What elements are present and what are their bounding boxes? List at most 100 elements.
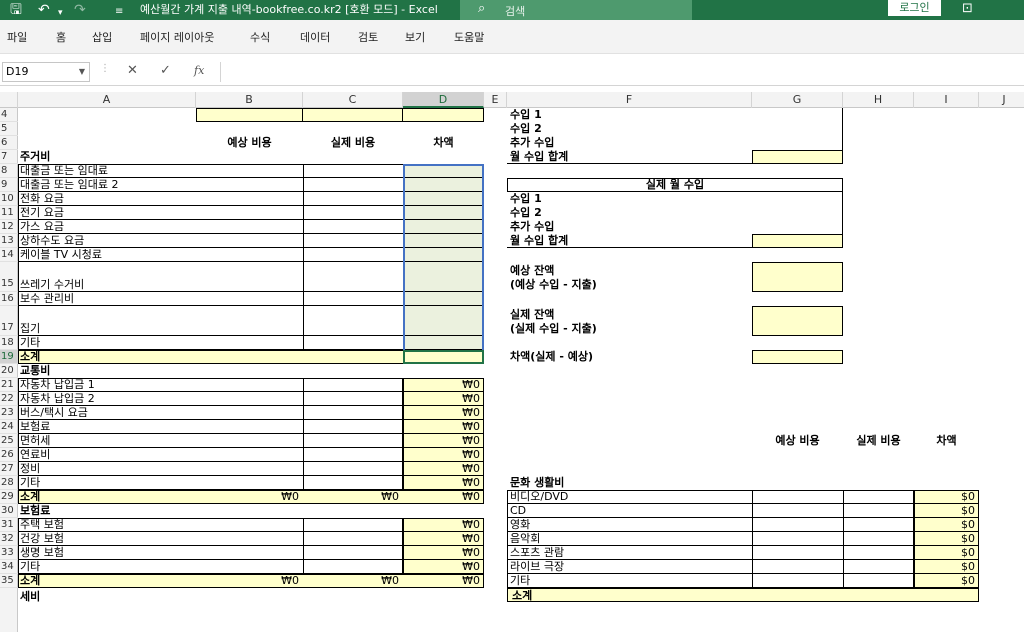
column-header-a[interactable]: A xyxy=(18,92,196,108)
save-icon[interactable]: 🖫 xyxy=(10,1,22,19)
insurance-row[interactable] xyxy=(18,518,403,532)
row-header-15[interactable]: 15 xyxy=(0,262,18,292)
column-header-f[interactable]: F xyxy=(507,92,752,108)
transport-top-line[interactable] xyxy=(18,378,484,379)
select-all-corner[interactable] xyxy=(0,92,18,108)
row-header-25[interactable]: 25 xyxy=(0,434,18,448)
row-header-31[interactable]: 31 xyxy=(0,518,18,532)
row-header-35[interactable]: 35 xyxy=(0,574,18,588)
actual-header-cell[interactable] xyxy=(303,108,403,122)
transport-col-b-line[interactable] xyxy=(303,378,304,490)
ribbon-display-options-icon[interactable]: ⊡ xyxy=(962,1,973,16)
tab-view[interactable]: 보기 xyxy=(405,29,425,45)
housing-col-c-line[interactable] xyxy=(403,164,404,350)
transport-row[interactable] xyxy=(18,476,403,490)
tab-help[interactable]: 도움말 xyxy=(454,29,484,45)
enter-icon[interactable]: ✓ xyxy=(160,63,171,78)
transport-row[interactable] xyxy=(18,420,403,434)
budget-header-cell[interactable] xyxy=(196,108,303,122)
row-header-24[interactable]: 24 xyxy=(0,420,18,434)
culture-row[interactable] xyxy=(507,504,914,518)
row-header-17[interactable]: 17 xyxy=(0,306,18,336)
transport-row[interactable] xyxy=(18,462,403,476)
insert-function-icon[interactable]: fx xyxy=(194,64,204,77)
row-header-21[interactable]: 21 xyxy=(0,378,18,392)
tab-data[interactable]: 데이터 xyxy=(300,29,330,45)
cancel-icon[interactable]: ✕ xyxy=(127,63,138,78)
insurance-row[interactable] xyxy=(18,546,403,560)
column-header-d[interactable]: D xyxy=(403,92,484,108)
row-header-6[interactable]: 6 xyxy=(0,136,18,150)
culture-top-line[interactable] xyxy=(507,490,979,491)
estimated-balance-cell[interactable] xyxy=(752,262,843,292)
formula-input[interactable] xyxy=(220,62,1024,82)
row-header-28[interactable]: 28 xyxy=(0,476,18,490)
estimated-income-total-cell[interactable] xyxy=(752,150,843,164)
actual-balance-cell[interactable] xyxy=(752,306,843,336)
culture-col-h-line[interactable] xyxy=(843,490,844,588)
row-header-10[interactable]: 10 xyxy=(0,192,18,206)
row-header-27[interactable]: 27 xyxy=(0,462,18,476)
row-header-13[interactable]: 13 xyxy=(0,234,18,248)
column-header-j[interactable]: J xyxy=(979,92,1024,108)
column-header-c[interactable]: C xyxy=(303,92,403,108)
active-cell-d19[interactable] xyxy=(403,350,484,364)
row-header-11[interactable]: 11 xyxy=(0,206,18,220)
undo-icon[interactable]: ↶ xyxy=(38,1,50,19)
spreadsheet-grid[interactable]: ABCDEFGHIJ 4 5 6 7 8 9 10 11 12 13 14 15 16 17 18 19 20 2… xyxy=(0,92,1024,632)
row-header-30[interactable]: 30 xyxy=(0,504,18,518)
insurance-row[interactable] xyxy=(18,532,403,546)
row-header-4[interactable]: 4 xyxy=(0,108,18,122)
login-button[interactable]: 로그인 xyxy=(888,0,941,16)
insurance-col-b-line[interactable] xyxy=(303,518,304,574)
customize-quick-access-icon[interactable]: ≡ xyxy=(115,3,123,21)
redo-icon[interactable]: ↷ xyxy=(74,1,86,19)
name-box[interactable]: D19 ▼ xyxy=(2,62,90,82)
housing-diff-column[interactable] xyxy=(403,164,484,350)
insurance-top-line[interactable] xyxy=(18,518,484,519)
row-header-22[interactable]: 22 xyxy=(0,392,18,406)
transport-row[interactable] xyxy=(18,434,403,448)
row-header-12[interactable]: 12 xyxy=(0,220,18,234)
tab-review[interactable]: 검토 xyxy=(358,29,378,45)
row-header-23[interactable]: 23 xyxy=(0,406,18,420)
culture-row[interactable] xyxy=(507,518,914,532)
row-header-34[interactable]: 34 xyxy=(0,560,18,574)
row-header-33[interactable]: 33 xyxy=(0,546,18,560)
actual-income-total-cell[interactable] xyxy=(752,234,843,248)
row-header-14[interactable]: 14 xyxy=(0,248,18,262)
tab-formulas[interactable]: 수식 xyxy=(250,29,270,45)
culture-subtotal-row[interactable] xyxy=(507,588,979,602)
tab-insert[interactable]: 삽입 xyxy=(92,29,112,45)
row-header-20[interactable]: 20 xyxy=(0,364,18,378)
tab-file[interactable]: 파일 xyxy=(7,29,27,45)
housing-col-b-line[interactable] xyxy=(303,164,304,350)
balance-difference-cell[interactable] xyxy=(752,350,843,364)
culture-row[interactable] xyxy=(507,560,914,574)
row-header-7[interactable]: 7 xyxy=(0,150,18,164)
tab-home[interactable]: 홈 xyxy=(56,29,66,45)
column-header-e[interactable]: E xyxy=(484,92,507,108)
row-header-9[interactable]: 9 xyxy=(0,178,18,192)
chevron-down-icon[interactable]: ▼ xyxy=(79,63,85,81)
culture-row[interactable] xyxy=(507,546,914,560)
column-header-i[interactable]: I xyxy=(914,92,979,108)
culture-row[interactable] xyxy=(507,574,914,588)
row-header-5[interactable]: 5 xyxy=(0,122,18,136)
row-header-19[interactable]: 19 xyxy=(0,350,18,364)
culture-row[interactable] xyxy=(507,532,914,546)
tab-page-layout[interactable]: 페이지 레이아웃 xyxy=(140,29,214,45)
row-header-8[interactable]: 8 xyxy=(0,164,18,178)
column-header-b[interactable]: B xyxy=(196,92,303,108)
row-header-16[interactable]: 16 xyxy=(0,292,18,306)
row-header-26[interactable]: 26 xyxy=(0,448,18,462)
column-header-h[interactable]: H xyxy=(843,92,914,108)
insurance-row[interactable] xyxy=(18,560,403,574)
diff-header-cell[interactable] xyxy=(403,108,484,122)
row-header-29[interactable]: 29 xyxy=(0,490,18,504)
row-header-32[interactable]: 32 xyxy=(0,532,18,546)
column-header-g[interactable]: G xyxy=(752,92,843,108)
transport-row[interactable] xyxy=(18,448,403,462)
row-header-18[interactable]: 18 xyxy=(0,336,18,350)
culture-col-g-line[interactable] xyxy=(752,490,753,588)
